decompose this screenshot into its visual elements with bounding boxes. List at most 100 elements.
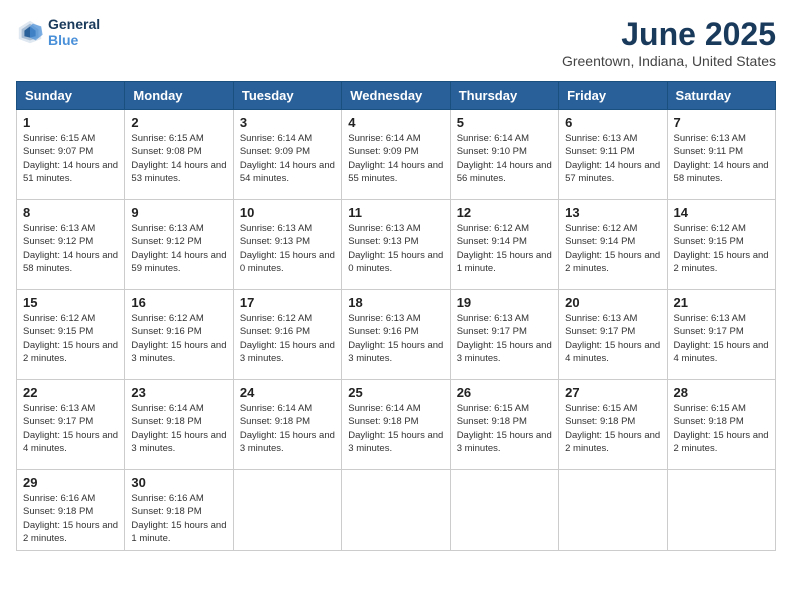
day-number: 22 [23, 385, 118, 400]
day-number: 30 [131, 475, 226, 490]
day-info: Sunrise: 6:16 AM Sunset: 9:18 PM Dayligh… [131, 492, 226, 545]
day-info: Sunrise: 6:14 AM Sunset: 9:18 PM Dayligh… [240, 402, 335, 455]
day-info: Sunrise: 6:15 AM Sunset: 9:08 PM Dayligh… [131, 132, 226, 185]
day-info: Sunrise: 6:16 AM Sunset: 9:18 PM Dayligh… [23, 492, 118, 545]
day-info: Sunrise: 6:13 AM Sunset: 9:13 PM Dayligh… [240, 222, 335, 275]
day-info: Sunrise: 6:14 AM Sunset: 9:18 PM Dayligh… [131, 402, 226, 455]
day-info: Sunrise: 6:14 AM Sunset: 9:09 PM Dayligh… [348, 132, 443, 185]
day-cell-22: 22 Sunrise: 6:13 AM Sunset: 9:17 PM Dayli… [17, 380, 125, 470]
day-number: 5 [457, 115, 552, 130]
empty-cell [450, 470, 558, 551]
location: Greentown, Indiana, United States [562, 53, 776, 69]
calendar-week-3: 15 Sunrise: 6:12 AM Sunset: 9:15 PM Dayli… [17, 290, 776, 380]
column-header-monday: Monday [125, 82, 233, 110]
day-number: 8 [23, 205, 118, 220]
day-info: Sunrise: 6:12 AM Sunset: 9:16 PM Dayligh… [131, 312, 226, 365]
day-info: Sunrise: 6:13 AM Sunset: 9:11 PM Dayligh… [674, 132, 769, 185]
day-number: 1 [23, 115, 118, 130]
column-header-tuesday: Tuesday [233, 82, 341, 110]
day-cell-26: 26 Sunrise: 6:15 AM Sunset: 9:18 PM Dayli… [450, 380, 558, 470]
logo-icon [16, 18, 44, 46]
calendar-header-row: SundayMondayTuesdayWednesdayThursdayFrid… [17, 82, 776, 110]
calendar-week-4: 22 Sunrise: 6:13 AM Sunset: 9:17 PM Dayli… [17, 380, 776, 470]
day-cell-17: 17Sunrise: 6:12 AM Sunset: 9:16 PM Dayli… [233, 290, 341, 380]
day-cell-25: 25 Sunrise: 6:14 AM Sunset: 9:18 PM Dayli… [342, 380, 450, 470]
day-info: Sunrise: 6:15 AM Sunset: 9:18 PM Dayligh… [457, 402, 552, 455]
day-number: 10 [240, 205, 335, 220]
day-number: 16 [131, 295, 226, 310]
day-number: 2 [131, 115, 226, 130]
day-cell-13: 13 Sunrise: 6:12 AM Sunset: 9:14 PM Dayli… [559, 200, 667, 290]
day-number: 24 [240, 385, 335, 400]
day-number: 3 [240, 115, 335, 130]
day-cell-28: 28Sunrise: 6:15 AM Sunset: 9:18 PM Dayli… [667, 380, 775, 470]
day-cell-6: 6 Sunrise: 6:13 AM Sunset: 9:11 PM Daylig… [559, 110, 667, 200]
column-header-saturday: Saturday [667, 82, 775, 110]
day-number: 25 [348, 385, 443, 400]
day-cell-24: 24 Sunrise: 6:14 AM Sunset: 9:18 PM Dayli… [233, 380, 341, 470]
day-number: 18 [348, 295, 443, 310]
empty-cell [559, 470, 667, 551]
column-header-sunday: Sunday [17, 82, 125, 110]
day-info: Sunrise: 6:14 AM Sunset: 9:09 PM Dayligh… [240, 132, 335, 185]
column-header-friday: Friday [559, 82, 667, 110]
day-cell-5: 5 Sunrise: 6:14 AM Sunset: 9:10 PM Daylig… [450, 110, 558, 200]
day-info: Sunrise: 6:15 AM Sunset: 9:18 PM Dayligh… [565, 402, 660, 455]
day-number: 23 [131, 385, 226, 400]
day-info: Sunrise: 6:13 AM Sunset: 9:12 PM Dayligh… [131, 222, 226, 275]
day-info: Sunrise: 6:13 AM Sunset: 9:17 PM Dayligh… [457, 312, 552, 365]
day-info: Sunrise: 6:13 AM Sunset: 9:12 PM Dayligh… [23, 222, 118, 275]
day-info: Sunrise: 6:13 AM Sunset: 9:11 PM Dayligh… [565, 132, 660, 185]
day-number: 12 [457, 205, 552, 220]
day-cell-18: 18 Sunrise: 6:13 AM Sunset: 9:16 PM Dayli… [342, 290, 450, 380]
day-info: Sunrise: 6:13 AM Sunset: 9:17 PM Dayligh… [674, 312, 769, 365]
day-number: 27 [565, 385, 660, 400]
day-number: 26 [457, 385, 552, 400]
calendar-week-2: 8 Sunrise: 6:13 AM Sunset: 9:12 PM Daylig… [17, 200, 776, 290]
day-info: Sunrise: 6:12 AM Sunset: 9:15 PM Dayligh… [23, 312, 118, 365]
day-info: Sunrise: 6:14 AM Sunset: 9:18 PM Dayligh… [348, 402, 443, 455]
calendar-week-1: 1 Sunrise: 6:15 AM Sunset: 9:07 PM Daylig… [17, 110, 776, 200]
day-info: Sunrise: 6:14 AM Sunset: 9:10 PM Dayligh… [457, 132, 552, 185]
day-number: 15 [23, 295, 118, 310]
day-info: Sunrise: 6:12 AM Sunset: 9:16 PM Dayligh… [240, 312, 335, 365]
column-header-thursday: Thursday [450, 82, 558, 110]
logo: General Blue [16, 16, 100, 48]
day-cell-30: 30 Sunrise: 6:16 AM Sunset: 9:18 PM Dayli… [125, 470, 233, 551]
day-info: Sunrise: 6:13 AM Sunset: 9:17 PM Dayligh… [23, 402, 118, 455]
calendar-week-5: 29 Sunrise: 6:16 AM Sunset: 9:18 PM Dayli… [17, 470, 776, 551]
day-info: Sunrise: 6:12 AM Sunset: 9:14 PM Dayligh… [565, 222, 660, 275]
day-number: 28 [674, 385, 769, 400]
title-block: June 2025 Greentown, Indiana, United Sta… [562, 16, 776, 69]
day-info: Sunrise: 6:12 AM Sunset: 9:15 PM Dayligh… [674, 222, 769, 275]
day-cell-10: 10 Sunrise: 6:13 AM Sunset: 9:13 PM Dayli… [233, 200, 341, 290]
column-header-wednesday: Wednesday [342, 82, 450, 110]
day-info: Sunrise: 6:13 AM Sunset: 9:17 PM Dayligh… [565, 312, 660, 365]
day-cell-9: 9 Sunrise: 6:13 AM Sunset: 9:12 PM Daylig… [125, 200, 233, 290]
empty-cell [233, 470, 341, 551]
day-number: 29 [23, 475, 118, 490]
day-number: 6 [565, 115, 660, 130]
month-title: June 2025 [562, 16, 776, 53]
day-number: 9 [131, 205, 226, 220]
day-cell-4: 4Sunrise: 6:14 AM Sunset: 9:09 PM Daylig… [342, 110, 450, 200]
day-info: Sunrise: 6:15 AM Sunset: 9:07 PM Dayligh… [23, 132, 118, 185]
day-cell-8: 8 Sunrise: 6:13 AM Sunset: 9:12 PM Daylig… [17, 200, 125, 290]
day-cell-27: 27 Sunrise: 6:15 AM Sunset: 9:18 PM Dayli… [559, 380, 667, 470]
day-cell-16: 16 Sunrise: 6:12 AM Sunset: 9:16 PM Dayli… [125, 290, 233, 380]
day-cell-7: 7Sunrise: 6:13 AM Sunset: 9:11 PM Daylig… [667, 110, 775, 200]
day-number: 13 [565, 205, 660, 220]
day-number: 21 [674, 295, 769, 310]
day-info: Sunrise: 6:13 AM Sunset: 9:16 PM Dayligh… [348, 312, 443, 365]
page-header: General Blue June 2025 Greentown, Indian… [16, 16, 776, 69]
empty-cell [342, 470, 450, 551]
day-number: 11 [348, 205, 443, 220]
day-info: Sunrise: 6:13 AM Sunset: 9:13 PM Dayligh… [348, 222, 443, 275]
day-cell-12: 12Sunrise: 6:12 AM Sunset: 9:14 PM Dayli… [450, 200, 558, 290]
day-cell-2: 2 Sunrise: 6:15 AM Sunset: 9:08 PM Daylig… [125, 110, 233, 200]
day-cell-14: 14 Sunrise: 6:12 AM Sunset: 9:15 PM Dayli… [667, 200, 775, 290]
day-number: 19 [457, 295, 552, 310]
day-number: 14 [674, 205, 769, 220]
day-number: 20 [565, 295, 660, 310]
day-cell-20: 20 Sunrise: 6:13 AM Sunset: 9:17 PM Dayli… [559, 290, 667, 380]
